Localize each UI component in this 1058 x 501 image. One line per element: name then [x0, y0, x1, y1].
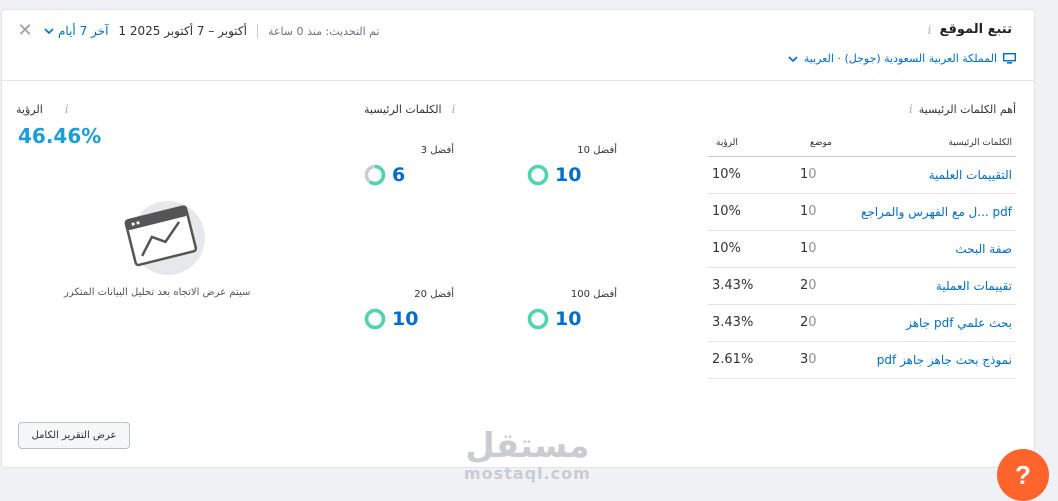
- table-row: صفة البحث 10 10%: [708, 230, 1016, 268]
- page-title: تتبع الموقع: [939, 22, 1013, 37]
- metric-value: 10: [392, 308, 419, 330]
- metric-top20: أفضل 20 10: [364, 289, 454, 330]
- keywords-title: الكلمات الرئيسية i: [364, 102, 455, 116]
- trend-chart-icon: [124, 201, 205, 275]
- visibility-cell: 2.61%: [708, 341, 796, 379]
- keyword-link[interactable]: صفة البحث: [846, 230, 1016, 268]
- title-block: i تتبع الموقع: [928, 22, 1012, 37]
- header-controls: ✕ آخر 7 أيام 1 أكتوبر – 7 أكتوبر 2025 تم…: [16, 22, 380, 40]
- metric-top10: أفضل 10 10: [527, 145, 617, 186]
- keyword-link[interactable]: نموذج بحث جاهز جاهز pdf: [846, 341, 1016, 379]
- keywords-title-label: الكلمات الرئيسية: [364, 102, 442, 116]
- chevron-down-icon: [788, 55, 798, 62]
- location-selector[interactable]: المملكة العربية السعودية (جوجل) · العربي…: [788, 52, 1016, 65]
- table-header-row: الكلمات الرئيسية موضع الرؤية: [708, 130, 1016, 157]
- position-cell: 10: [796, 156, 846, 194]
- ring-gauge-icon: [527, 308, 549, 330]
- view-full-report-button[interactable]: عرض التقرير الكامل: [18, 422, 130, 449]
- top-keywords-panel: أهم الكلمات الرئيسية i الكلمات الرئيسية …: [708, 102, 1016, 379]
- visibility-label: الرؤية: [16, 102, 43, 116]
- close-icon[interactable]: ✕: [16, 22, 34, 40]
- column-header-visibility[interactable]: الرؤية: [708, 130, 796, 157]
- ring-gauge-icon: [364, 308, 386, 330]
- table-row: نموذج بحث جاهز جاهز pdf 30 2.61%: [708, 341, 1016, 379]
- card-header: ✕ آخر 7 أيام 1 أكتوبر – 7 أكتوبر 2025 تم…: [2, 10, 1034, 81]
- top-keywords-label: أهم الكلمات الرئيسية: [918, 102, 1016, 116]
- top-keywords-title: أهم الكلمات الرئيسية i: [708, 102, 1016, 116]
- position-change: 0: [808, 315, 817, 330]
- top-keywords-table: الكلمات الرئيسية موضع الرؤية التقييمات ا…: [708, 130, 1016, 379]
- info-icon[interactable]: i: [452, 102, 456, 116]
- divider: [256, 24, 258, 38]
- position-cell: 20: [796, 267, 846, 305]
- metric-top100: أفضل 100 10: [527, 289, 617, 330]
- keyword-link[interactable]: تقييمات العملية: [846, 267, 1016, 305]
- metric-label: أفضل 100: [570, 289, 617, 300]
- table-row: بحث علمي pdf جاهز 20 3.43%: [708, 304, 1016, 342]
- keyword-link[interactable]: pdf ...ل مع الفهرس والمراجع: [846, 193, 1016, 231]
- table-row: التقييمات العلمية 10 10%: [708, 156, 1016, 194]
- keyword-link[interactable]: بحث علمي pdf جاهز: [846, 304, 1016, 342]
- visibility-title: الرؤية i: [16, 102, 69, 116]
- keyword-link[interactable]: التقييمات العلمية: [846, 156, 1016, 194]
- info-icon[interactable]: i: [928, 23, 932, 37]
- metric-label: أفضل 3: [420, 145, 454, 156]
- position-cell: 30: [796, 341, 846, 379]
- table-row: تقييمات العملية 20 3.43%: [708, 267, 1016, 305]
- visibility-cell: 3.43%: [708, 304, 796, 342]
- position-change: 0: [808, 204, 817, 219]
- desktop-icon: [1003, 53, 1016, 64]
- ring-fill: [527, 164, 549, 186]
- metric-top3: أفضل 3 6: [364, 145, 454, 186]
- metric-label: أفضل 20: [414, 289, 454, 300]
- visibility-cell: 10%: [708, 156, 796, 194]
- metric-label: أفضل 10: [577, 145, 617, 156]
- ring-fill: [527, 308, 549, 330]
- watermark-text: مستقل: [465, 426, 590, 466]
- info-icon[interactable]: i: [909, 102, 913, 116]
- trend-note: سيتم عرض الاتجاه بعد تحليل البيانات المت…: [64, 287, 251, 298]
- metric-value: 10: [555, 308, 582, 330]
- location-label: المملكة العربية السعودية (جوجل) · العربي…: [803, 52, 997, 65]
- ring-fill: [364, 308, 386, 330]
- position-cell: 10: [796, 193, 846, 231]
- position-cell: 10: [796, 230, 846, 268]
- position-change: 0: [808, 241, 817, 256]
- visibility-value: 46.46%: [18, 124, 102, 148]
- visibility-cell: 3.43%: [708, 267, 796, 305]
- ring-gauge-icon: [364, 164, 386, 186]
- updated-status: تم التحديث: منذ 0 ساعة: [267, 24, 380, 38]
- period-dropdown[interactable]: آخر 7 أيام: [44, 24, 108, 38]
- date-range: 1 أكتوبر – 7 أكتوبر 2025: [118, 24, 247, 38]
- ring-gauge-icon: [527, 164, 549, 186]
- position-change: 0: [808, 278, 817, 293]
- table-row: pdf ...ل مع الفهرس والمراجع 10 10%: [708, 193, 1016, 231]
- metric-value: 10: [555, 164, 582, 186]
- period-label: آخر 7 أيام: [58, 24, 109, 38]
- watermark-url: mostaql.com: [464, 464, 591, 483]
- position-change: 0: [808, 352, 817, 367]
- position-cell: 20: [796, 304, 846, 342]
- info-icon[interactable]: i: [65, 102, 69, 116]
- column-header-position[interactable]: موضع: [796, 130, 846, 157]
- column-header-keyword[interactable]: الكلمات الرئيسية: [846, 130, 1016, 157]
- visibility-cell: 10%: [708, 193, 796, 231]
- position-change: 0: [808, 167, 817, 182]
- help-button[interactable]: ?: [997, 449, 1049, 501]
- position-tracking-card: ✕ آخر 7 أيام 1 أكتوبر – 7 أكتوبر 2025 تم…: [1, 9, 1035, 483]
- chevron-down-icon: [44, 28, 54, 35]
- watermark-logo: مستقل mostaql.com: [464, 428, 591, 483]
- metric-value: 6: [392, 164, 406, 186]
- visibility-cell: 10%: [708, 230, 796, 268]
